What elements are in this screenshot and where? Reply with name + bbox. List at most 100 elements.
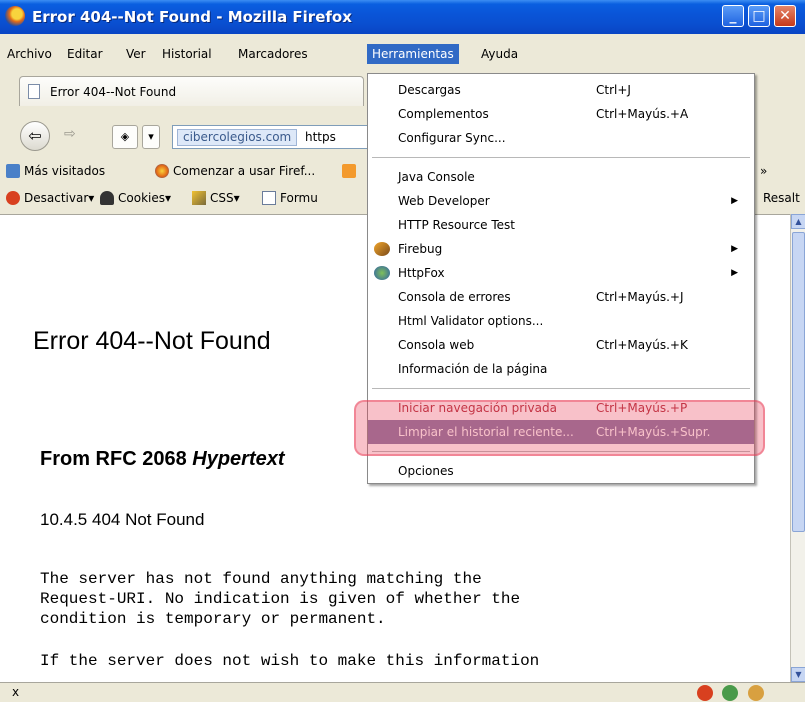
menu-separator: [372, 157, 750, 158]
bookmarks-more-chevron-icon[interactable]: »: [760, 164, 767, 178]
scroll-down-arrow-icon[interactable]: ▼: [791, 667, 805, 682]
menu-info-pagina[interactable]: Información de la página: [368, 357, 754, 381]
close-icon[interactable]: ✕: [774, 5, 796, 27]
menu-item-label: HTTP Resource Test: [398, 218, 515, 232]
toolbar-dropdown-button[interactable]: ▾: [142, 125, 160, 149]
menu-herramientas[interactable]: Herramientas: [367, 44, 459, 64]
forms-icon: [262, 191, 276, 205]
menu-historial[interactable]: Historial: [162, 44, 212, 64]
tab-label: Error 404--Not Found: [50, 85, 177, 99]
maximize-icon[interactable]: □: [748, 5, 770, 27]
url-bar[interactable]: cibercolegios.com https: [172, 125, 392, 149]
section-heading: 10.4.5 404 Not Found: [40, 510, 205, 529]
menu-item-label: Java Console: [398, 170, 475, 184]
devbar-cookies[interactable]: Cookies▾: [100, 191, 171, 205]
toolbar-button[interactable]: ◈: [112, 125, 138, 149]
css-icon: [192, 191, 206, 205]
window-title: Error 404--Not Found - Mozilla Firefox: [32, 8, 352, 26]
menu-item-label: Complementos: [398, 107, 489, 121]
status-bar: x: [0, 682, 805, 702]
menu-ayuda[interactable]: Ayuda: [481, 44, 518, 64]
menu-separator: [372, 388, 750, 389]
scroll-up-arrow-icon[interactable]: ▲: [791, 214, 805, 229]
menu-consola-errores[interactable]: Consola de errores Ctrl+Mayús.+J: [368, 285, 754, 309]
menu-marcadores[interactable]: Marcadores: [238, 44, 308, 64]
bookmark-getting-started[interactable]: Comenzar a usar Firef...: [155, 164, 315, 178]
bookmark-label: Más visitados: [24, 164, 106, 178]
disable-icon: [6, 191, 20, 205]
firefox-window: Error 404--Not Found - Mozilla Firefox _…: [0, 0, 805, 702]
menu-bar: Archivo Editar Ver Historial Marcadores …: [0, 34, 805, 74]
cookies-icon: [100, 191, 114, 205]
httpfox-status-icon[interactable]: [722, 685, 738, 701]
minimize-icon[interactable]: _: [722, 5, 744, 27]
menu-item-label: Información de la página: [398, 362, 548, 376]
scroll-thumb[interactable]: [792, 232, 805, 532]
url-text: https: [305, 130, 336, 144]
devbar-label: Cookies▾: [118, 191, 172, 205]
menu-item-label: Html Validator options...: [398, 314, 544, 328]
menu-configurar-sync[interactable]: Configurar Sync...: [368, 126, 754, 150]
devbar-label: Formu: [280, 191, 318, 205]
submenu-arrow-icon: ▶: [731, 268, 738, 278]
bookmark-icon: [6, 164, 20, 178]
vertical-scrollbar[interactable]: ▲ ▼: [790, 214, 805, 682]
devbar-disable[interactable]: Desactivar▾: [6, 191, 94, 205]
menu-item-label: Opciones: [398, 464, 454, 478]
menu-item-label: HttpFox: [398, 266, 445, 280]
menu-item-label: Configurar Sync...: [398, 131, 506, 145]
menu-consola-web[interactable]: Consola web Ctrl+Mayús.+K: [368, 333, 754, 357]
menu-item-label: Consola web: [398, 338, 475, 352]
title-bar: Error 404--Not Found - Mozilla Firefox _…: [0, 0, 805, 34]
back-button[interactable]: ⇦: [20, 121, 50, 151]
forward-button[interactable]: ⇨: [64, 126, 76, 142]
menu-item-label: Firebug: [398, 242, 443, 256]
rfc-paragraph-cut: If the server does not wish to make this…: [40, 652, 540, 670]
submenu-arrow-icon: ▶: [731, 244, 738, 254]
menu-web-developer[interactable]: Web Developer ▶: [368, 189, 754, 213]
menu-complementos[interactable]: Complementos Ctrl+Mayús.+A: [368, 102, 754, 126]
menu-editar[interactable]: Editar: [67, 44, 103, 64]
site-identity-badge[interactable]: cibercolegios.com: [177, 129, 298, 146]
menu-archivo[interactable]: Archivo: [7, 44, 52, 64]
firefox-logo-icon: [5, 6, 25, 26]
rfc-paragraph: The server has not found anything matchi…: [40, 570, 521, 628]
rfc-heading: From RFC 2068 Hypertext: [40, 448, 285, 471]
menu-item-label: Descargas: [398, 83, 461, 97]
menu-descargas[interactable]: Descargas Ctrl+J: [368, 78, 754, 102]
error-heading: Error 404--Not Found: [33, 327, 271, 355]
stop-status-icon[interactable]: [697, 685, 713, 701]
menu-firebug[interactable]: Firebug ▶: [368, 237, 754, 261]
menu-httpfox[interactable]: HttpFox ▶: [368, 261, 754, 285]
firebug-status-icon[interactable]: [748, 685, 764, 701]
menu-item-shortcut: Ctrl+Mayús.+J: [596, 290, 684, 304]
page-icon: [28, 84, 40, 99]
bookmark-label: Comenzar a usar Firef...: [173, 164, 316, 178]
devbar-label: Desactivar▾: [24, 191, 95, 205]
rfc-heading-text: From RFC 2068: [40, 448, 193, 470]
devbar-resalt[interactable]: Resalt: [763, 191, 800, 205]
submenu-arrow-icon: ▶: [731, 196, 738, 206]
menu-item-shortcut: Ctrl+Mayús.+A: [596, 107, 689, 121]
menu-item-label: Consola de errores: [398, 290, 511, 304]
rss-icon[interactable]: [342, 164, 360, 178]
menu-ver[interactable]: Ver: [126, 44, 146, 64]
menu-item-shortcut: Ctrl+Mayús.+K: [596, 338, 688, 352]
menu-java-console[interactable]: Java Console: [368, 165, 754, 189]
highlight-annotation: [354, 400, 765, 456]
menu-http-resource-test[interactable]: HTTP Resource Test: [368, 213, 754, 237]
menu-item-shortcut: Ctrl+J: [596, 83, 631, 97]
devbar-forms[interactable]: Formu: [262, 191, 318, 205]
menu-html-validator[interactable]: Html Validator options...: [368, 309, 754, 333]
devbar-css[interactable]: CSS▾: [192, 191, 240, 205]
menu-opciones[interactable]: Opciones: [368, 459, 754, 483]
close-find-bar-icon[interactable]: x: [12, 685, 19, 699]
firebug-icon: [374, 242, 390, 256]
tab-error-404[interactable]: Error 404--Not Found: [19, 76, 364, 106]
menu-item-label: Web Developer: [398, 194, 490, 208]
bookmark-most-visited[interactable]: Más visitados: [6, 164, 105, 178]
httpfox-icon: [374, 266, 390, 280]
rfc-heading-italic: Hypertext: [192, 448, 285, 470]
firefox-icon: [155, 164, 169, 178]
devbar-label: CSS▾: [210, 191, 240, 205]
